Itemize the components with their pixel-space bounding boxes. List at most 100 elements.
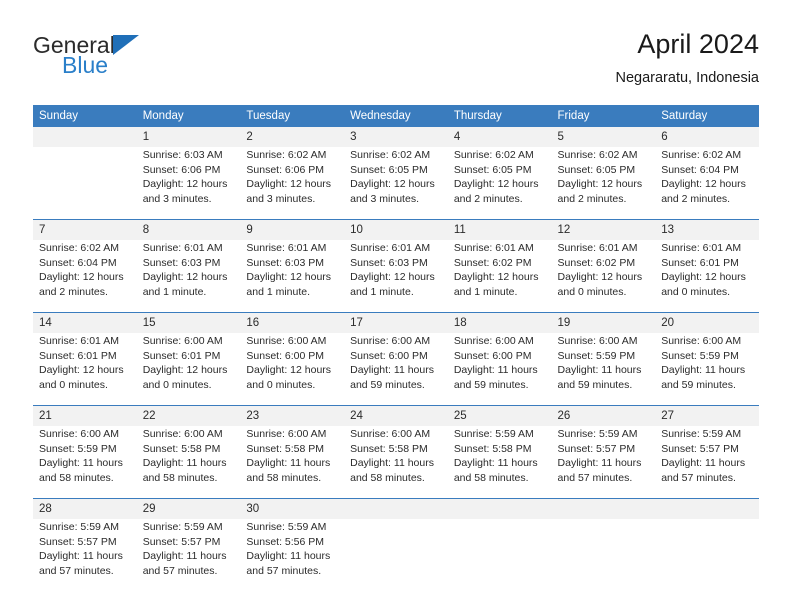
day-cell[interactable]: Sunrise: 6:00 AM Sunset: 5:59 PM Daylight:… xyxy=(655,333,759,406)
day-cell[interactable]: Sunrise: 6:00 AM Sunset: 5:59 PM Daylight:… xyxy=(551,333,656,406)
day-number[interactable]: 2 xyxy=(240,127,345,147)
day-cell[interactable]: Sunrise: 5:59 AM Sunset: 5:57 PM Daylight:… xyxy=(33,519,137,591)
calendar-table: Sunday Monday Tuesday Wednesday Thursday Frid… xyxy=(33,105,759,591)
day-number[interactable]: 1 xyxy=(136,127,241,147)
day-number[interactable]: 15 xyxy=(136,312,241,333)
sunset-line: Sunset: 5:57 PM xyxy=(39,535,117,548)
sunrise-line: Sunrise: 6:00 AM xyxy=(246,428,327,440)
day-cell[interactable]: Sunrise: 6:00 AM Sunset: 6:00 PM Daylight:… xyxy=(344,333,448,406)
day-number[interactable]: 22 xyxy=(136,405,241,426)
daylight-line: Daylight: 12 hours xyxy=(453,271,539,284)
day-cell[interactable]: Sunrise: 6:02 AM Sunset: 6:05 PM Daylight:… xyxy=(344,147,448,220)
day-number[interactable]: 9 xyxy=(240,219,345,240)
day-cell[interactable]: Sunrise: 5:59 AM Sunset: 5:57 PM Daylight:… xyxy=(136,519,241,591)
day-number[interactable]: 27 xyxy=(655,405,759,426)
day-number[interactable]: 14 xyxy=(33,312,137,333)
week-info-row: Sunrise: 6:00 AM Sunset: 5:59 PM Daylight:… xyxy=(33,426,759,499)
daylight-line: and 0 minutes. xyxy=(246,378,316,391)
daylight-line: Daylight: 12 hours xyxy=(661,271,746,284)
day-cell[interactable]: Sunrise: 6:01 AM Sunset: 6:01 PM Daylight:… xyxy=(33,333,137,406)
daylight-line: Daylight: 12 hours xyxy=(142,178,228,191)
sunrise-line: Sunrise: 6:01 AM xyxy=(557,242,638,254)
logo-triangle-icon xyxy=(112,35,139,55)
daylight-line: Daylight: 11 hours xyxy=(350,457,434,470)
day-number[interactable]: 23 xyxy=(240,405,345,426)
sunrise-line: Sunrise: 6:00 AM xyxy=(350,335,431,347)
day-cell[interactable]: Sunrise: 6:02 AM Sunset: 6:05 PM Daylight:… xyxy=(551,147,656,220)
day-number-empty xyxy=(655,498,759,519)
day-cell[interactable]: Sunrise: 6:01 AM Sunset: 6:01 PM Daylight:… xyxy=(655,240,759,313)
day-cell[interactable]: Sunrise: 6:00 AM Sunset: 6:00 PM Daylight:… xyxy=(447,333,552,406)
day-number[interactable]: 20 xyxy=(655,312,759,333)
day-number[interactable]: 11 xyxy=(447,219,552,240)
day-cell[interactable]: Sunrise: 6:03 AM Sunset: 6:06 PM Daylight:… xyxy=(136,147,241,220)
day-number[interactable]: 6 xyxy=(655,127,759,147)
sunrise-line: Sunrise: 6:02 AM xyxy=(557,149,638,161)
day-cell[interactable]: Sunrise: 5:59 AM Sunset: 5:57 PM Daylight:… xyxy=(551,426,656,499)
day-cell[interactable]: Sunrise: 6:01 AM Sunset: 6:03 PM Daylight:… xyxy=(240,240,345,313)
day-number[interactable]: 24 xyxy=(344,405,448,426)
sunrise-line: Sunrise: 6:01 AM xyxy=(453,242,534,254)
day-cell[interactable]: Sunrise: 6:00 AM Sunset: 5:58 PM Daylight:… xyxy=(240,426,345,499)
day-number[interactable]: 13 xyxy=(655,219,759,240)
daylight-line: and 58 minutes. xyxy=(142,471,218,484)
day-number[interactable]: 7 xyxy=(33,219,137,240)
day-cell[interactable]: Sunrise: 6:01 AM Sunset: 6:03 PM Daylight:… xyxy=(136,240,241,313)
day-number[interactable]: 29 xyxy=(136,498,241,519)
day-number[interactable]: 26 xyxy=(551,405,656,426)
weekday-header-friday: Friday xyxy=(551,105,656,127)
day-cell[interactable]: Sunrise: 6:02 AM Sunset: 6:06 PM Daylight:… xyxy=(240,147,345,220)
week-info-row: Sunrise: 6:01 AM Sunset: 6:01 PM Daylight:… xyxy=(33,333,759,406)
day-number[interactable]: 21 xyxy=(33,405,137,426)
daylight-line: and 59 minutes. xyxy=(350,378,425,391)
day-cell[interactable]: Sunrise: 6:00 AM Sunset: 6:00 PM Daylight:… xyxy=(240,333,345,406)
day-number[interactable]: 10 xyxy=(344,219,448,240)
day-number[interactable]: 16 xyxy=(240,312,345,333)
day-number[interactable]: 25 xyxy=(447,405,552,426)
daylight-line: and 0 minutes. xyxy=(557,285,627,298)
day-number[interactable]: 17 xyxy=(344,312,448,333)
day-cell[interactable]: Sunrise: 6:02 AM Sunset: 6:04 PM Daylight:… xyxy=(33,240,137,313)
day-cell[interactable]: Sunrise: 6:00 AM Sunset: 5:59 PM Daylight:… xyxy=(33,426,137,499)
day-cell[interactable]: Sunrise: 6:02 AM Sunset: 6:04 PM Daylight:… xyxy=(655,147,759,220)
day-cell-empty xyxy=(551,519,656,591)
day-number[interactable]: 30 xyxy=(240,498,345,519)
daylight-line: and 57 minutes. xyxy=(246,564,322,577)
weekday-header-monday: Monday xyxy=(136,105,241,127)
daylight-line: Daylight: 11 hours xyxy=(246,457,331,470)
day-cell[interactable]: Sunrise: 5:59 AM Sunset: 5:56 PM Daylight:… xyxy=(240,519,345,591)
daylight-line: Daylight: 12 hours xyxy=(557,271,643,284)
day-cell[interactable]: Sunrise: 5:59 AM Sunset: 5:58 PM Daylight:… xyxy=(447,426,552,499)
day-number[interactable]: 18 xyxy=(447,312,552,333)
sunset-line: Sunset: 6:02 PM xyxy=(453,256,532,269)
sunrise-line: Sunrise: 6:01 AM xyxy=(661,242,742,254)
daylight-line: and 3 minutes. xyxy=(350,192,419,205)
daylight-line: Daylight: 12 hours xyxy=(661,178,746,191)
day-cell-empty xyxy=(655,519,759,591)
day-cell[interactable]: Sunrise: 6:00 AM Sunset: 6:01 PM Daylight:… xyxy=(136,333,241,406)
daylight-line: Daylight: 11 hours xyxy=(142,550,227,563)
weekday-header-saturday: Saturday xyxy=(655,105,759,127)
day-number[interactable]: 8 xyxy=(136,219,241,240)
day-cell[interactable]: Sunrise: 6:00 AM Sunset: 5:58 PM Daylight:… xyxy=(344,426,448,499)
day-number[interactable]: 12 xyxy=(551,219,656,240)
sunset-line: Sunset: 5:58 PM xyxy=(453,442,532,455)
day-cell[interactable]: Sunrise: 6:01 AM Sunset: 6:03 PM Daylight:… xyxy=(344,240,448,313)
day-cell[interactable]: Sunrise: 6:01 AM Sunset: 6:02 PM Daylight:… xyxy=(551,240,656,313)
daylight-line: and 2 minutes. xyxy=(557,192,627,205)
day-cell[interactable]: Sunrise: 6:00 AM Sunset: 5:58 PM Daylight:… xyxy=(136,426,241,499)
day-number[interactable]: 4 xyxy=(447,127,552,147)
sunrise-line: Sunrise: 6:00 AM xyxy=(142,335,223,347)
day-number[interactable]: 19 xyxy=(551,312,656,333)
day-number[interactable]: 5 xyxy=(551,127,656,147)
sunset-line: Sunset: 6:03 PM xyxy=(246,256,325,269)
daylight-line: and 58 minutes. xyxy=(39,471,114,484)
day-cell[interactable]: Sunrise: 5:59 AM Sunset: 5:57 PM Daylight:… xyxy=(655,426,759,499)
page-title: April 2024 xyxy=(637,29,759,59)
day-cell[interactable]: Sunrise: 6:01 AM Sunset: 6:02 PM Daylight:… xyxy=(447,240,552,313)
day-number[interactable]: 28 xyxy=(33,498,137,519)
day-number[interactable]: 3 xyxy=(344,127,448,147)
day-cell[interactable]: Sunrise: 6:02 AM Sunset: 6:05 PM Daylight:… xyxy=(447,147,552,220)
sunset-line: Sunset: 6:01 PM xyxy=(142,349,221,362)
sunset-line: Sunset: 6:05 PM xyxy=(453,163,532,176)
